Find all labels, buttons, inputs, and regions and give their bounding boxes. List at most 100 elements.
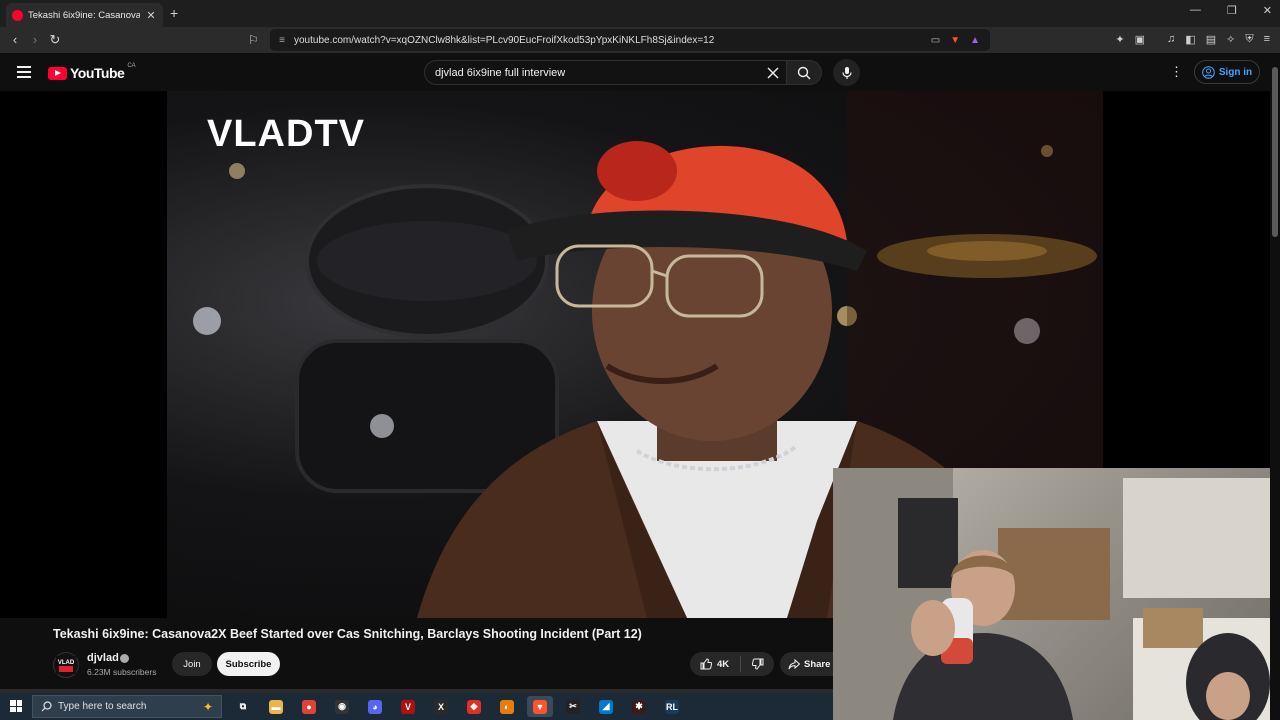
clear-search-icon[interactable] [760,61,786,84]
avatar-text: VLAD [58,660,75,666]
task-view-app-icon: ⧉ [236,699,250,714]
menu-icon[interactable]: ≡ [1264,33,1270,46]
vscode-app-icon: ◢ [599,699,613,714]
blender-app[interactable]: ◐ [494,696,520,717]
youtube-logo[interactable]: YouTube CA [48,63,136,81]
vscode-app[interactable]: ◢ [593,696,619,717]
search-button[interactable] [786,60,822,85]
like-count: 4K [717,658,730,670]
thumbs-down-icon [751,658,763,670]
voicemeeter-app-icon: V [401,699,415,714]
sign-in-button[interactable]: Sign in [1194,60,1260,84]
dark-app[interactable]: ✱ [626,696,652,717]
channel-avatar[interactable]: VLAD [53,652,79,678]
settings-kebab-icon[interactable]: ⋮ [1170,64,1183,80]
youtube-header: YouTube CA ⋮ Sign in [0,53,1270,91]
blender-app-icon: ◐ [500,699,514,714]
join-button[interactable]: Join [172,652,212,676]
browser-toolbar: ‹ › ↻ ⚐ ≡ youtube.com/watch?v=xqOZNClw8h… [0,27,1280,53]
music-icon[interactable]: ♫ [1167,33,1175,46]
obs-app-icon: ◉ [335,699,349,714]
url-text[interactable]: youtube.com/watch?v=xqOZNClw8hk&list=PLc… [294,35,931,46]
search-highlight-icon: ✦ [202,699,213,714]
minimize-button[interactable]: — [1190,4,1201,17]
share-label: Share [804,658,831,670]
windows-start-icon[interactable] [10,700,22,712]
dislike-button[interactable] [741,652,774,676]
share-button[interactable]: Share [780,652,833,676]
verified-badge-icon [120,654,129,663]
new-tab-button[interactable]: + [170,5,178,21]
subscriber-count: 6.23M subscribers [87,667,157,677]
search-input[interactable] [435,66,760,79]
capcut-app-icon: ✂ [566,699,580,714]
x-app[interactable]: X [428,696,454,717]
dark-app-icon: ✱ [632,699,646,714]
leo-ai-icon[interactable]: ✧ [1226,33,1235,46]
tab-title: Tekashi 6ix9ine: Casanova2X Beef Started… [28,9,140,21]
search-box [424,60,787,85]
back-icon[interactable]: ‹ [8,33,22,47]
windows-taskbar: Type here to search ✦ ⧉ ▬ ● ◉ ◕ V X ◆ ◐ ▼ ✂ ◢ ✱ RL [0,693,833,720]
scrollbar-thumb[interactable] [1272,67,1278,237]
site-settings-icon[interactable]: ≡ [270,35,294,46]
red-app[interactable]: ◆ [461,696,487,717]
restore-button[interactable]: ❐ [1227,4,1237,17]
taskbar-search-box[interactable]: Type here to search ✦ [32,695,222,718]
page-scrollbar[interactable] [1270,53,1280,689]
reload-icon[interactable]: ↻ [48,33,62,47]
like-dislike-group: 4K [690,652,774,676]
sign-in-label: Sign in [1218,66,1253,78]
red-app-icon: ◆ [467,699,481,714]
tab-close-icon[interactable]: ✕ [145,9,157,22]
extensions-icon[interactable]: ✦ [1115,33,1124,46]
thumbs-up-icon [700,658,712,670]
taskbar-search-icon [41,701,52,712]
cast-icon[interactable]: ▭ [931,35,940,46]
chrome-app-icon: ● [302,699,316,714]
forward-icon[interactable]: › [28,33,42,47]
sidebar-icon[interactable]: ◧ [1185,33,1195,46]
task-view-app[interactable]: ⧉ [230,696,256,717]
vladtv-logo-icon: VLAD [56,656,76,674]
obs-app[interactable]: ◉ [329,696,355,717]
address-bar[interactable]: ≡ youtube.com/watch?v=xqOZNClw8hk&list=P… [270,29,990,51]
video-title: Tekashi 6ix9ine: Casanova2X Beef Started… [53,627,642,641]
webcam-scene-illustration [833,468,1270,720]
brave-rewards-icon[interactable]: ▲ [970,35,980,46]
discord-app[interactable]: ◕ [362,696,388,717]
search-icon [797,66,811,79]
country-code: CA [127,63,136,69]
browser-tab-strip: Tekashi 6ix9ine: Casanova2X Beef Started… [0,0,1280,27]
vladtv-watermark: VLADTV [207,113,365,155]
webcam-overlay [833,468,1270,720]
rl-app[interactable]: RL [659,696,685,717]
like-button[interactable]: 4K [690,652,740,676]
taskbar-search-placeholder: Type here to search [58,701,147,712]
youtube-favicon-icon [12,9,23,21]
microphone-icon [841,66,852,79]
voice-search-button[interactable] [833,59,860,86]
hamburger-menu-icon[interactable] [17,66,31,78]
capcut-app[interactable]: ✂ [560,696,586,717]
vpn-icon[interactable]: ⛨ [1245,33,1253,46]
bookmark-icon[interactable]: ⚐ [248,33,260,47]
brave-app[interactable]: ▼ [527,696,553,717]
brave-app-icon: ▼ [533,699,547,714]
close-window-button[interactable]: ✕ [1263,4,1272,17]
voicemeeter-app[interactable]: V [395,696,421,717]
channel-name[interactable]: djvlad [87,652,119,664]
extensions-bar: ✦ ▣ ♫ ◧ ▤ ✧ ⛨ ≡ [1115,33,1270,46]
brave-shields-icon[interactable]: ▼ [950,35,960,46]
share-icon [788,658,800,669]
file-explorer-app-icon: ▬ [269,699,283,714]
chrome-app[interactable]: ● [296,696,322,717]
subscribe-button[interactable]: Subscribe [217,652,280,676]
screenshot-icon[interactable]: ▣ [1135,33,1145,46]
browser-tab-active[interactable]: Tekashi 6ix9ine: Casanova2X Beef Started… [6,3,163,27]
file-explorer-app[interactable]: ▬ [263,696,289,717]
wallet-icon[interactable]: ▤ [1206,33,1216,46]
youtube-play-icon [48,66,67,80]
rl-app-icon: RL [665,699,679,714]
video-info-panel: Tekashi 6ix9ine: Casanova2X Beef Started… [0,618,833,689]
